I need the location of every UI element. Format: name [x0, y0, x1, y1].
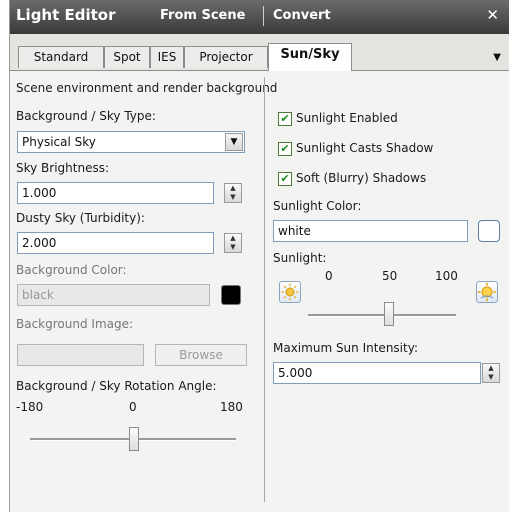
- soft-shadows-label: Soft (Blurry) Shadows: [296, 171, 427, 185]
- rotation-slider-thumb[interactable]: [129, 427, 139, 451]
- background-color-swatch[interactable]: [221, 285, 241, 305]
- tab-sun-sky[interactable]: Sun/Sky: [268, 43, 352, 71]
- browse-button[interactable]: Browse: [155, 344, 247, 366]
- tab-strip: Standard Spot IES Projector Sun/Sky ▼: [10, 34, 509, 71]
- column-divider: [264, 77, 265, 502]
- spin-up-icon[interactable]: ▲: [225, 184, 241, 193]
- tab-list-dropdown-icon[interactable]: ▼: [493, 52, 501, 63]
- sunlight-slider-thumb[interactable]: [384, 302, 394, 326]
- max-intensity-label: Maximum Sun Intensity:: [273, 341, 418, 355]
- sunlight-enabled-label: Sunlight Enabled: [296, 111, 398, 125]
- spin-down-icon[interactable]: ▼: [225, 243, 241, 252]
- sunlight-enabled-checkbox[interactable]: ✔: [278, 112, 292, 126]
- sun-bright-icon[interactable]: [476, 281, 498, 303]
- turbidity-label: Dusty Sky (Turbidity):: [16, 211, 145, 225]
- casts-shadow-label: Sunlight Casts Shadow: [296, 141, 434, 155]
- spin-up-icon[interactable]: ▲: [225, 234, 241, 243]
- rotation-label: Background / Sky Rotation Angle:: [16, 379, 217, 393]
- sunlight-mid-label: 50: [382, 269, 398, 283]
- sunlight-min-label: 0: [325, 269, 333, 283]
- title-bar: Light Editor From Scene Convert ✕: [10, 0, 509, 34]
- spin-down-icon[interactable]: ▼: [225, 193, 241, 202]
- background-image-label: Background Image:: [16, 317, 134, 331]
- sun-color-input[interactable]: white: [273, 220, 468, 242]
- menu-separator: [263, 6, 264, 26]
- tab-ies[interactable]: IES: [150, 46, 184, 68]
- sky-brightness-stepper[interactable]: ▲ ▼: [224, 183, 242, 203]
- section-description: Scene environment and render background: [16, 81, 278, 95]
- background-color-label: Background Color:: [16, 263, 127, 277]
- sky-brightness-input[interactable]: 1.000: [17, 182, 214, 204]
- sunlight-label: Sunlight:: [273, 251, 327, 265]
- rotation-min-label: -180: [16, 400, 44, 414]
- spin-up-icon[interactable]: ▲: [483, 364, 499, 373]
- sky-type-label: Background / Sky Type:: [16, 109, 156, 123]
- background-color-input[interactable]: black: [17, 284, 210, 306]
- soft-shadows-checkbox[interactable]: ✔: [278, 172, 292, 186]
- sun-bright-glyph: [477, 282, 497, 302]
- turbidity-input[interactable]: 2.000: [17, 232, 214, 254]
- sun-color-swatch[interactable]: [478, 220, 500, 242]
- dropdown-arrow-icon[interactable]: ▼: [225, 133, 243, 151]
- sky-brightness-label: Sky Brightness:: [16, 161, 110, 175]
- sunlight-max-label: 100: [435, 269, 458, 283]
- background-image-input[interactable]: [17, 344, 144, 366]
- sunlight-slider-track[interactable]: [308, 314, 456, 317]
- max-intensity-input[interactable]: 5.000: [273, 362, 481, 384]
- tab-spot[interactable]: Spot: [104, 46, 150, 68]
- app-title: Light Editor: [16, 6, 116, 24]
- convert-menu[interactable]: Convert: [273, 8, 331, 23]
- close-icon[interactable]: ✕: [486, 6, 499, 24]
- sun-dim-icon[interactable]: [279, 281, 301, 303]
- sun-color-label: Sunlight Color:: [273, 199, 362, 213]
- rotation-max-label: 180: [220, 400, 243, 414]
- sun-sky-panel: Scene environment and render background …: [10, 71, 509, 512]
- tab-standard[interactable]: Standard: [18, 46, 104, 68]
- rotation-mid-label: 0: [129, 400, 137, 414]
- sun-dim-glyph: [281, 283, 299, 301]
- sky-type-value: Physical Sky: [22, 135, 96, 149]
- tab-projector[interactable]: Projector: [184, 46, 268, 68]
- light-editor-window: Light Editor From Scene Convert ✕ Standa…: [9, 0, 509, 512]
- casts-shadow-checkbox[interactable]: ✔: [278, 142, 292, 156]
- max-intensity-stepper[interactable]: ▲ ▼: [482, 363, 500, 383]
- turbidity-stepper[interactable]: ▲ ▼: [224, 233, 242, 253]
- from-scene-menu[interactable]: From Scene: [160, 8, 245, 23]
- spin-down-icon[interactable]: ▼: [483, 373, 499, 382]
- sky-type-select[interactable]: Physical Sky ▼: [17, 131, 245, 153]
